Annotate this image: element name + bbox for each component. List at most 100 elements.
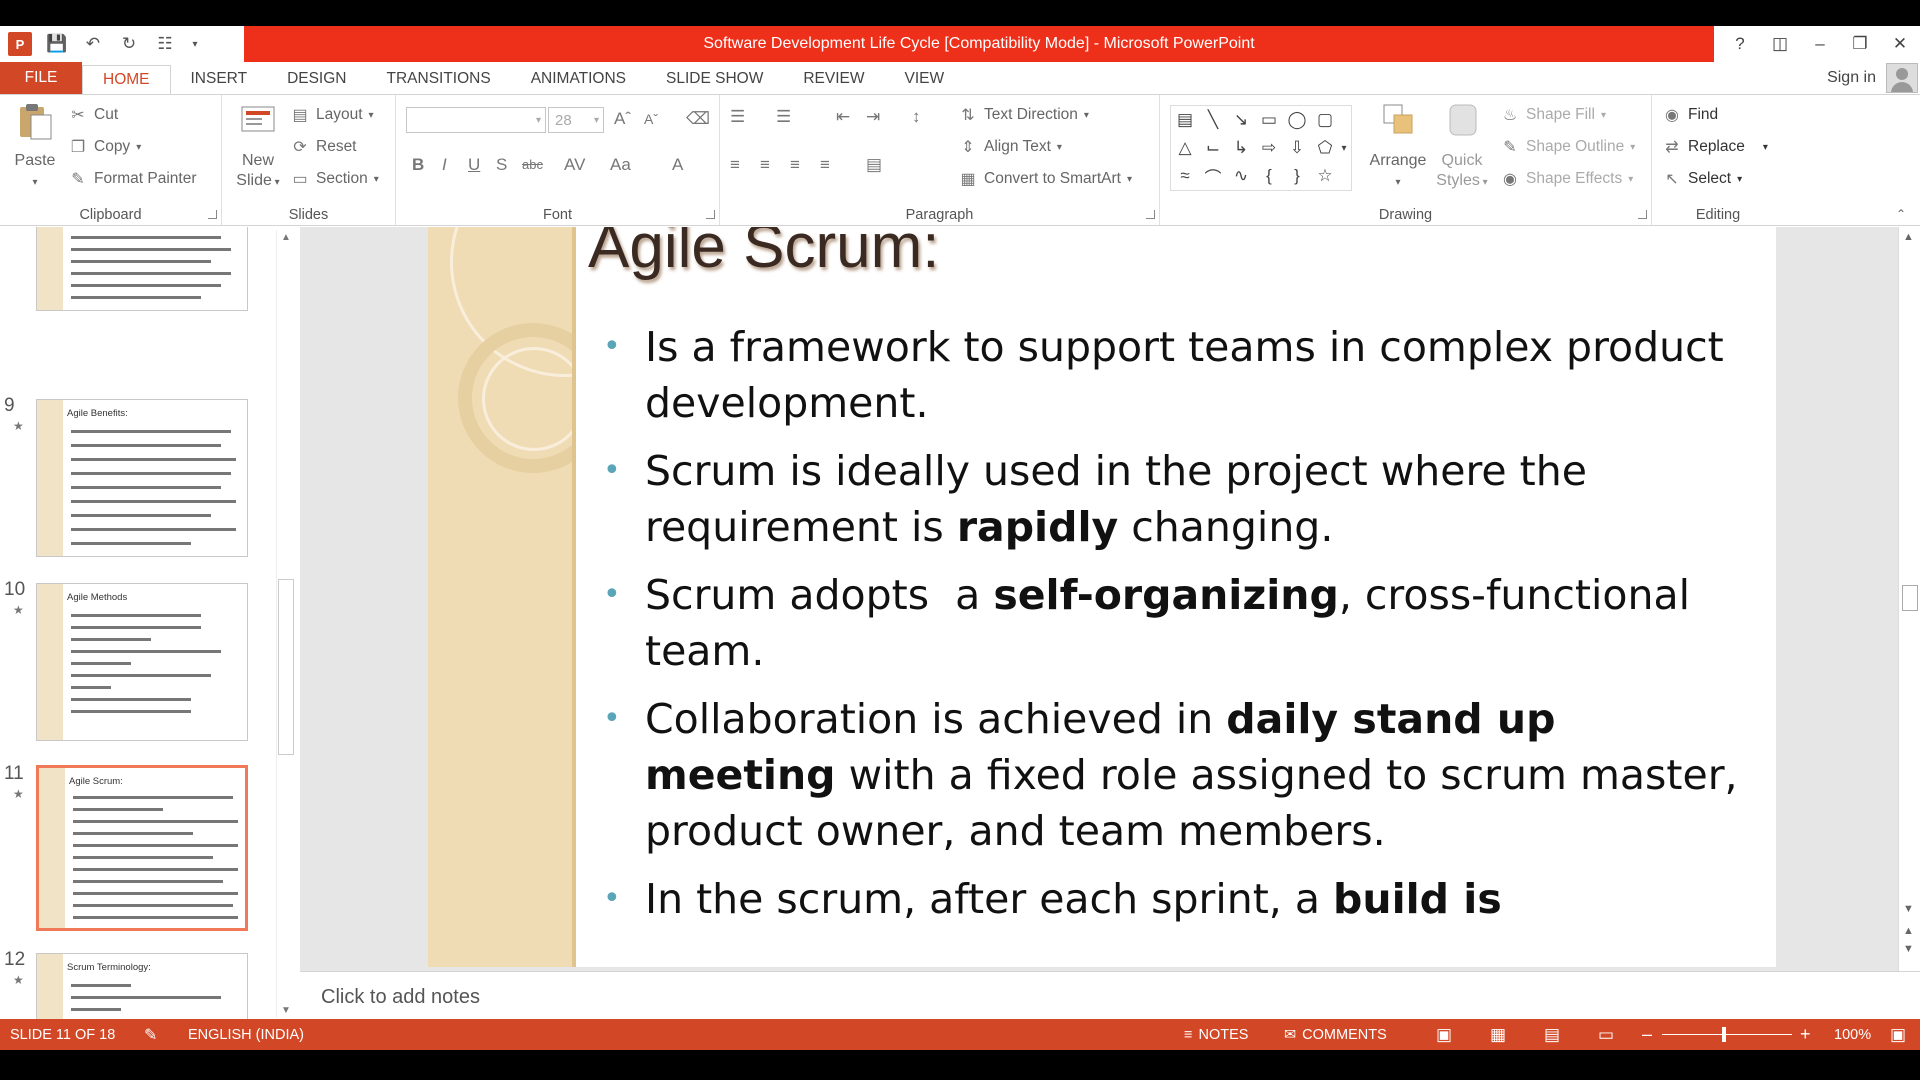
copy-button[interactable]: ❐ Copy ▾ bbox=[68, 137, 141, 157]
shape-effects-button[interactable]: ◉ Shape Effects ▾ bbox=[1500, 169, 1633, 189]
columns-icon[interactable]: ▤ bbox=[866, 155, 882, 175]
tab-home[interactable]: HOME bbox=[82, 65, 171, 95]
collapse-ribbon-icon[interactable]: ⌃ bbox=[1896, 207, 1906, 221]
scroll-down-icon[interactable]: ▼ bbox=[281, 1005, 291, 1016]
reset-button[interactable]: ⟳ Reset bbox=[290, 137, 356, 157]
down-arrow-shape-icon[interactable]: ⇩ bbox=[1285, 136, 1309, 160]
shadow-icon[interactable]: S bbox=[496, 155, 507, 175]
character-spacing-icon[interactable]: AV bbox=[564, 155, 585, 175]
slide-thumbnail-12[interactable]: Scrum Terminology: bbox=[36, 953, 248, 1019]
italic-icon[interactable]: I bbox=[442, 155, 447, 175]
slide-thumbnail-11-selected[interactable]: Agile Scrum: bbox=[36, 765, 248, 931]
section-button[interactable]: ▭ Section ▾ bbox=[290, 169, 378, 189]
slide-thumbnail-8[interactable] bbox=[36, 227, 248, 311]
curve-shape-icon[interactable]: ∿ bbox=[1229, 164, 1253, 188]
slide-thumbnail-9[interactable]: Agile Benefits: bbox=[36, 399, 248, 557]
tab-review[interactable]: REVIEW bbox=[783, 64, 884, 94]
undo-icon[interactable]: ↶ bbox=[82, 33, 104, 55]
shape-outline-button[interactable]: ✎ Shape Outline ▾ bbox=[1500, 137, 1635, 157]
editor-scrollbar[interactable]: ▲ ▼ ▲ ▼ bbox=[1898, 227, 1920, 971]
change-case-icon[interactable]: Aa bbox=[610, 155, 631, 175]
find-button[interactable]: ◉ Find bbox=[1662, 105, 1718, 125]
thumbnail-scroll-thumb[interactable] bbox=[278, 579, 294, 755]
customize-qat-icon[interactable]: ▾ bbox=[190, 33, 200, 55]
zoom-slider[interactable] bbox=[1662, 1034, 1792, 1035]
align-right-icon[interactable]: ≡ bbox=[790, 155, 800, 175]
new-slide-button[interactable]: New Slide ▾ bbox=[230, 101, 286, 193]
pentagon-shape-icon[interactable]: ⬠ bbox=[1313, 136, 1337, 160]
paste-button[interactable]: Paste ▾ bbox=[8, 101, 62, 193]
line-shape-icon[interactable]: ╲ bbox=[1201, 108, 1225, 132]
tab-transitions[interactable]: TRANSITIONS bbox=[367, 64, 511, 94]
increase-indent-icon[interactable]: ⇥ bbox=[866, 107, 880, 127]
redo-icon[interactable]: ↻ bbox=[118, 33, 140, 55]
replace-button[interactable]: ⇄ Replace ▾ bbox=[1662, 137, 1768, 157]
help-icon[interactable]: ? bbox=[1720, 26, 1760, 62]
comments-button[interactable]: ✉ COMMENTS bbox=[1284, 1019, 1387, 1050]
rounded-rect-shape-icon[interactable]: ▢ bbox=[1313, 108, 1337, 132]
tab-insert[interactable]: INSERT bbox=[171, 64, 268, 94]
powerpoint-logo-icon[interactable]: P bbox=[8, 32, 32, 56]
previous-slide-icon[interactable]: ▲ bbox=[1903, 925, 1914, 937]
tab-slide-show[interactable]: SLIDE SHOW bbox=[646, 64, 783, 94]
minimize-icon[interactable]: – bbox=[1800, 26, 1840, 62]
restore-icon[interactable]: ❐ bbox=[1840, 26, 1880, 62]
align-center-icon[interactable]: ≡ bbox=[760, 155, 770, 175]
tab-animations[interactable]: ANIMATIONS bbox=[511, 64, 646, 94]
slide-canvas[interactable]: Agile Scrum: Is a framework to support t… bbox=[428, 227, 1776, 967]
scroll-up-icon[interactable]: ▲ bbox=[1903, 231, 1914, 243]
slideshow-view-icon[interactable]: ▭ bbox=[1598, 1019, 1614, 1050]
zoom-level[interactable]: 100% bbox=[1834, 1019, 1871, 1050]
fit-to-window-icon[interactable]: ▣ bbox=[1890, 1019, 1906, 1050]
slide-title[interactable]: Agile Scrum: bbox=[588, 227, 939, 282]
clipboard-launcher-icon[interactable] bbox=[208, 210, 217, 219]
font-launcher-icon[interactable] bbox=[706, 210, 715, 219]
scroll-down-icon[interactable]: ▼ bbox=[1903, 903, 1914, 915]
editor-scroll-thumb[interactable] bbox=[1902, 585, 1918, 611]
font-size-input[interactable]: 28 ▾ bbox=[548, 107, 604, 133]
strikethrough-icon[interactable]: abc bbox=[522, 157, 543, 172]
right-brace-shape-icon[interactable]: } bbox=[1285, 164, 1309, 188]
clear-formatting-icon[interactable]: ⌫ bbox=[686, 109, 710, 129]
shapes-more-icon[interactable]: ▾ bbox=[1337, 136, 1351, 160]
next-slide-icon[interactable]: ▼ bbox=[1903, 943, 1914, 955]
tab-design[interactable]: DESIGN bbox=[267, 64, 366, 94]
reading-view-icon[interactable]: ▤ bbox=[1544, 1019, 1560, 1050]
align-text-button[interactable]: ⇕ Align Text ▾ bbox=[958, 137, 1062, 157]
sign-in-link[interactable]: Sign in bbox=[1827, 69, 1876, 87]
elbow-connector-icon[interactable]: ⌙ bbox=[1201, 136, 1225, 160]
align-left-icon[interactable]: ≡ bbox=[730, 155, 740, 175]
arc-shape-icon[interactable]: ⌒ bbox=[1201, 164, 1225, 188]
line-spacing-icon[interactable]: ↕ bbox=[912, 107, 921, 127]
bold-icon[interactable]: B bbox=[412, 155, 424, 175]
oval-shape-icon[interactable]: ◯ bbox=[1285, 108, 1309, 132]
scroll-up-icon[interactable]: ▲ bbox=[281, 232, 291, 243]
start-from-beginning-icon[interactable]: ☷ bbox=[154, 33, 176, 55]
language-indicator[interactable]: ENGLISH (INDIA) bbox=[188, 1019, 304, 1050]
layout-button[interactable]: ▤ Layout ▾ bbox=[290, 105, 373, 125]
zoom-in-icon[interactable]: + bbox=[1800, 1019, 1811, 1050]
justify-icon[interactable]: ≡ bbox=[820, 155, 830, 175]
convert-smartart-button[interactable]: ▦ Convert to SmartArt ▾ bbox=[958, 169, 1132, 189]
star-shape-icon[interactable]: ☆ bbox=[1313, 164, 1337, 188]
font-name-input[interactable]: ▾ bbox=[406, 107, 546, 133]
quick-styles-button[interactable]: Quick Styles ▾ bbox=[1430, 101, 1494, 193]
underline-icon[interactable]: U bbox=[468, 155, 480, 175]
select-button[interactable]: ↖ Select ▾ bbox=[1662, 169, 1742, 189]
notes-button[interactable]: ≡ NOTES bbox=[1184, 1019, 1248, 1050]
normal-view-icon[interactable]: ▣ bbox=[1436, 1019, 1452, 1050]
rectangle-shape-icon[interactable]: ▭ bbox=[1257, 108, 1281, 132]
bullets-icon[interactable]: ☰ bbox=[730, 107, 745, 127]
tab-view[interactable]: VIEW bbox=[885, 64, 965, 94]
spell-check-icon[interactable]: ✎ bbox=[144, 1019, 157, 1050]
close-icon[interactable]: ✕ bbox=[1880, 26, 1920, 62]
slide-thumbnail-10[interactable]: Agile Methods bbox=[36, 583, 248, 741]
zoom-out-icon[interactable]: – bbox=[1642, 1019, 1652, 1050]
numbering-icon[interactable]: ☰ bbox=[776, 107, 791, 127]
font-color-icon[interactable]: A bbox=[672, 155, 683, 175]
avatar[interactable] bbox=[1886, 63, 1918, 93]
triangle-shape-icon[interactable]: △ bbox=[1173, 136, 1197, 160]
save-icon[interactable]: 💾 bbox=[46, 33, 68, 55]
paragraph-launcher-icon[interactable] bbox=[1146, 210, 1155, 219]
drawing-launcher-icon[interactable] bbox=[1638, 210, 1647, 219]
